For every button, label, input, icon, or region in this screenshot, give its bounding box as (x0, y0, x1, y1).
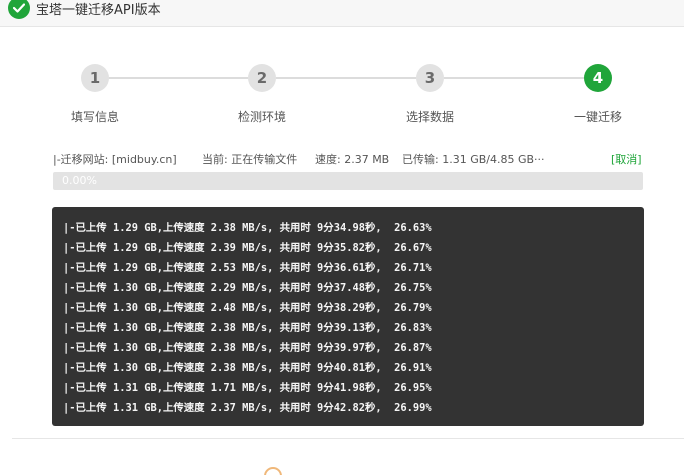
migration-status: |-迁移网站: [midbuy.cn] 当前: 正在传输文件 速度: 2.37 … (53, 151, 643, 167)
log-line: |-已上传 1.29 GB,上传速度 2.53 MB/s, 共用时 9分36.6… (63, 262, 432, 274)
dialog-titlebar: 宝塔一键迁移API版本 (0, 0, 684, 27)
step-4-circle: 4 (584, 64, 612, 92)
status-site: |-迁移网站: [midbuy.cn] (53, 153, 177, 166)
step-connector (276, 77, 416, 79)
step-3-circle: 3 (416, 64, 444, 92)
step-1-label: 填写信息 (70, 110, 119, 124)
progress-bar: 0.00% (53, 172, 643, 190)
step-2-label: 检测环境 (237, 110, 286, 124)
log-line: |-已上传 1.31 GB,上传速度 1.71 MB/s, 共用时 9分41.9… (63, 382, 432, 394)
status-speed: 速度: 2.37 MB (315, 153, 390, 166)
step-connector (444, 77, 584, 79)
dialog-title: 宝塔一键迁移API版本 (36, 3, 161, 18)
progress-label: 0.00% (62, 174, 97, 187)
log-line: |-已上传 1.29 GB,上传速度 2.38 MB/s, 共用时 9分34.9… (63, 222, 432, 234)
step-1-circle: 1 (81, 64, 109, 92)
log-line: |-已上传 1.30 GB,上传速度 2.29 MB/s, 共用时 9分37.4… (63, 282, 432, 294)
migration-stepper: 1 2 3 4 填写信息 检测环境 选择数据 一键迁移 (0, 62, 684, 132)
cancel-link[interactable]: [取消] (611, 151, 642, 167)
check-circle-icon (8, 0, 30, 19)
log-line: |-已上传 1.31 GB,上传速度 2.37 MB/s, 共用时 9分42.8… (63, 402, 432, 414)
step-2-circle: 2 (248, 64, 276, 92)
step-3-label: 选择数据 (405, 110, 454, 124)
step-connector (108, 77, 248, 79)
transfer-log-console[interactable]: |-已上传 1.29 GB,上传速度 2.38 MB/s, 共用时 9分34.9… (52, 207, 644, 426)
partial-icon (264, 467, 282, 475)
log-line: |-已上传 1.30 GB,上传速度 2.38 MB/s, 共用时 9分39.1… (63, 322, 432, 334)
log-line: |-已上传 1.30 GB,上传速度 2.48 MB/s, 共用时 9分38.2… (63, 302, 432, 314)
status-transferred: 已传输: 1.31 GB/4.85 GB··· (402, 153, 545, 166)
log-line: |-已上传 1.29 GB,上传速度 2.39 MB/s, 共用时 9分35.8… (63, 242, 432, 254)
step-4-label: 一键迁移 (573, 110, 622, 124)
log-line: |-已上传 1.30 GB,上传速度 2.38 MB/s, 共用时 9分39.9… (63, 342, 432, 354)
divider (12, 438, 684, 439)
status-current: 当前: 正在传输文件 (202, 153, 298, 166)
log-line: |-已上传 1.30 GB,上传速度 2.38 MB/s, 共用时 9分40.8… (63, 362, 432, 374)
